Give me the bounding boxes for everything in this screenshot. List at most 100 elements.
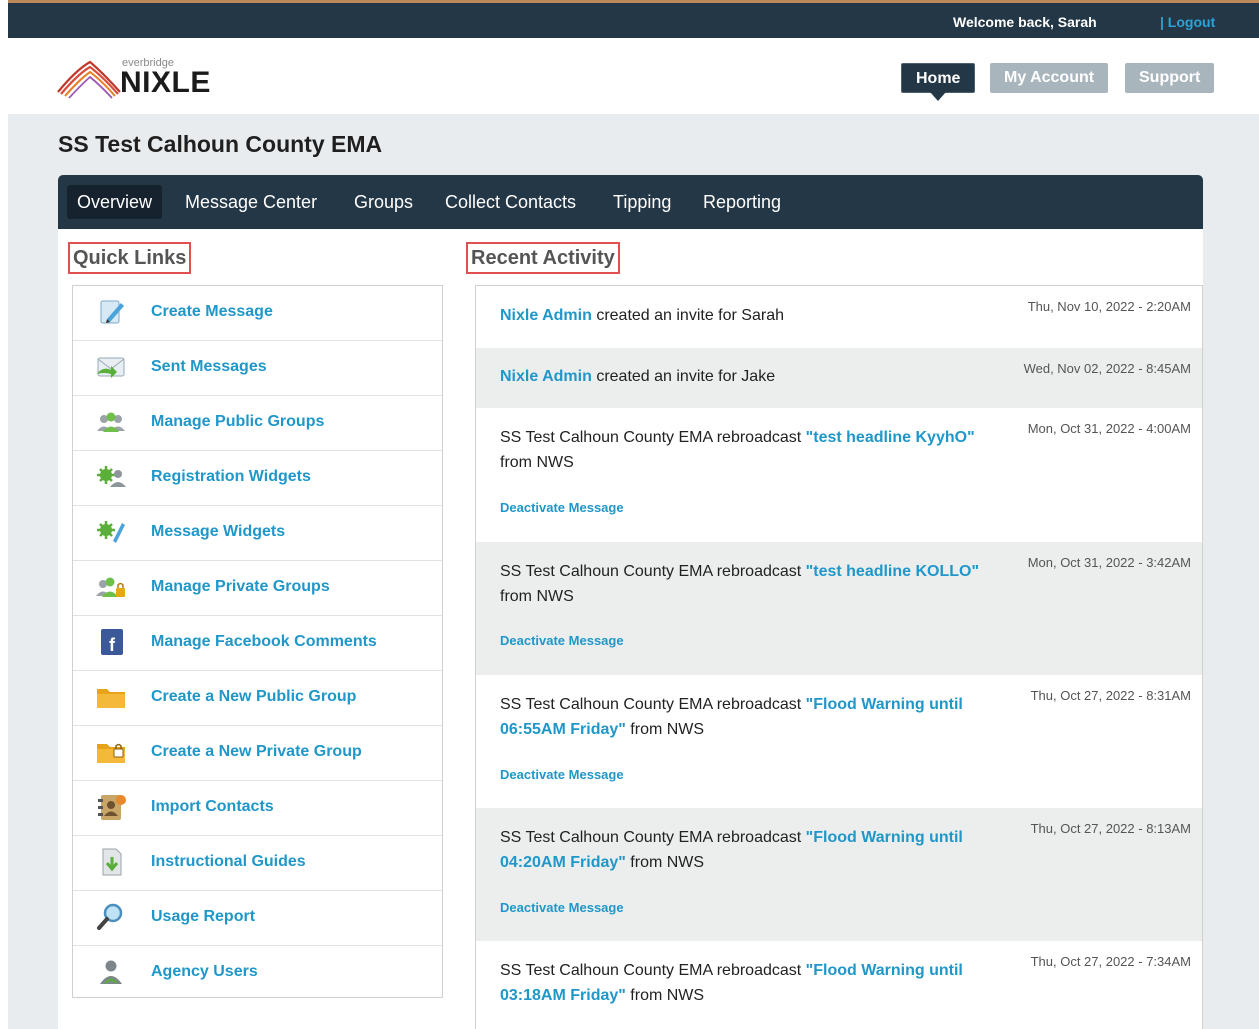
deactivate-message-link[interactable]: Deactivate Message [500,633,624,648]
quick-link-instructional-guides[interactable]: Instructional Guides [73,836,442,891]
envelope-icon [97,357,125,378]
quick-link-label: Agency Users [151,963,258,980]
activity-prefix: SS Test Calhoun County EMA rebroadcast [500,829,806,846]
actor-link[interactable]: Nixle Admin [500,307,592,324]
quick-link-label: Registration Widgets [151,468,311,485]
gear-user-icon [97,466,126,487]
nixle-logo-mark-icon [57,60,121,99]
activity-suffix: from NWS [625,721,705,738]
recent-activity-list: Nixle Admin created an invite for Sarah … [475,285,1203,1029]
tab-overview[interactable]: Overview [67,185,163,219]
activity-date: Mon, Oct 31, 2022 - 4:00AM [1027,421,1191,436]
private-group-icon [96,577,125,597]
quick-link-create-message[interactable]: Create Message [73,286,442,341]
activity-text: SS Test Calhoun County EMA rebroadcast "… [500,825,990,875]
activity-date: Thu, Oct 27, 2022 - 8:13AM [1030,821,1191,836]
group-icon [97,412,125,432]
header: everbridge NIXLE Home My Account Support [8,38,1259,114]
activity-prefix: SS Test Calhoun County EMA rebroadcast [500,429,806,446]
welcome-text: Welcome back, Sarah [953,14,1097,30]
top-bar: Welcome back, Sarah | Logout [8,0,1259,38]
activity-item: SS Test Calhoun County EMA rebroadcast "… [476,408,1202,542]
quick-link-import-contacts[interactable]: Import Contacts [73,781,442,836]
quick-links-heading: Quick Links [68,242,192,274]
quick-link-message-widgets[interactable]: Message Widgets [73,506,442,561]
deactivate-message-link[interactable]: Deactivate Message [500,900,624,915]
activity-prefix: SS Test Calhoun County EMA rebroadcast [500,563,806,580]
quick-links-list: Create Message Sent Messages Manage Publ… [72,285,443,998]
activity-date: Wed, Nov 02, 2022 - 8:45AM [1023,361,1191,376]
activity-description: created an invite for Jake [591,368,776,385]
quick-link-label: Instructional Guides [151,853,306,870]
activity-item: SS Test Calhoun County EMA rebroadcast "… [476,808,1202,941]
tab-groups[interactable]: Groups [344,185,423,219]
address-book-icon [98,795,126,820]
gear-pencil-icon [97,521,125,543]
activity-prefix: SS Test Calhoun County EMA rebroadcast [500,696,806,713]
logout-link[interactable]: | Logout [1160,14,1215,30]
home-button[interactable]: Home [901,63,976,101]
quick-link-manage-facebook-comments[interactable]: f Manage Facebook Comments [73,616,442,671]
quick-link-agency-users[interactable]: Agency Users [73,946,442,1001]
logo-nixle-text: NIXLE [120,66,211,99]
activity-text: SS Test Calhoun County EMA rebroadcast "… [500,692,990,742]
tab-collect-contacts[interactable]: Collect Contacts [435,185,586,219]
activity-item: SS Test Calhoun County EMA rebroadcast "… [476,675,1202,808]
activity-item: SS Test Calhoun County EMA rebroadcast "… [476,542,1202,675]
headline-link[interactable]: "test headline KOLLO" [806,563,979,580]
quick-link-sent-messages[interactable]: Sent Messages [73,341,442,396]
recent-activity-heading: Recent Activity [466,242,620,274]
activity-date: Thu, Oct 27, 2022 - 7:34AM [1030,954,1191,969]
app-frame: Welcome back, Sarah | Logout everbridge … [8,0,1259,1029]
quick-link-label: Sent Messages [151,358,267,375]
deactivate-message-link[interactable]: Deactivate Message [500,500,624,515]
quick-link-manage-public-groups[interactable]: Manage Public Groups [73,396,442,451]
page-title: SS Test Calhoun County EMA [58,131,383,157]
activity-date: Mon, Oct 31, 2022 - 3:42AM [1027,555,1191,570]
activity-suffix: from NWS [500,588,574,605]
quick-link-registration-widgets[interactable]: Registration Widgets [73,451,442,506]
deactivate-message-link[interactable]: Deactivate Message [500,767,624,782]
activity-date: Thu, Nov 10, 2022 - 2:20AM [1027,299,1191,314]
headline-link[interactable]: "test headline KyyhO" [806,429,975,446]
tab-tipping[interactable]: Tipping [603,185,681,219]
quick-link-label: Create a New Public Group [151,688,357,705]
activity-text: Nixle Admin created an invite for Jake [500,364,990,389]
activity-description: created an invite for Sarah [591,307,784,324]
activity-text: SS Test Calhoun County EMA rebroadcast "… [500,958,990,1008]
quick-link-label: Manage Facebook Comments [151,633,377,650]
main-nav: Overview Message Center Groups Collect C… [58,175,1203,229]
magnifier-icon [97,903,123,930]
activity-text: Nixle Admin created an invite for Sarah [500,303,990,328]
support-button[interactable]: Support [1125,63,1215,93]
quick-link-usage-report[interactable]: Usage Report [73,891,442,946]
main-content: Quick Links Create Message Sent Messages [58,229,1203,1029]
quick-link-label: Manage Public Groups [151,413,325,430]
tab-message-center[interactable]: Message Center [175,185,327,219]
activity-suffix: from NWS [500,454,574,471]
pencil-paper-icon [100,300,124,324]
tab-reporting[interactable]: Reporting [693,185,791,219]
my-account-button[interactable]: My Account [990,63,1109,93]
folder-icon [97,689,125,708]
quick-link-label: Create Message [151,303,273,320]
quick-link-label: Import Contacts [151,798,274,815]
activity-text: SS Test Calhoun County EMA rebroadcast "… [500,425,990,475]
activity-item: SS Test Calhoun County EMA rebroadcast "… [476,941,1202,1029]
nixle-logo[interactable]: everbridge NIXLE [56,54,226,104]
facebook-icon: f [101,629,123,655]
svg-text:f: f [109,635,116,655]
actor-link[interactable]: Nixle Admin [500,368,592,385]
activity-suffix: from NWS [625,854,705,871]
quick-link-create-private-group[interactable]: Create a New Private Group [73,726,442,781]
user-icon [100,960,122,984]
download-doc-icon [102,848,122,876]
quick-link-create-public-group[interactable]: Create a New Public Group [73,671,442,726]
quick-link-manage-private-groups[interactable]: Manage Private Groups [73,561,442,616]
activity-text: SS Test Calhoun County EMA rebroadcast "… [500,559,990,609]
activity-item: Nixle Admin created an invite for Sarah … [476,286,1202,348]
locked-folder-icon [97,743,125,763]
quick-link-label: Manage Private Groups [151,578,330,595]
activity-date: Thu, Oct 27, 2022 - 8:31AM [1030,688,1191,703]
quick-link-label: Usage Report [151,908,256,925]
